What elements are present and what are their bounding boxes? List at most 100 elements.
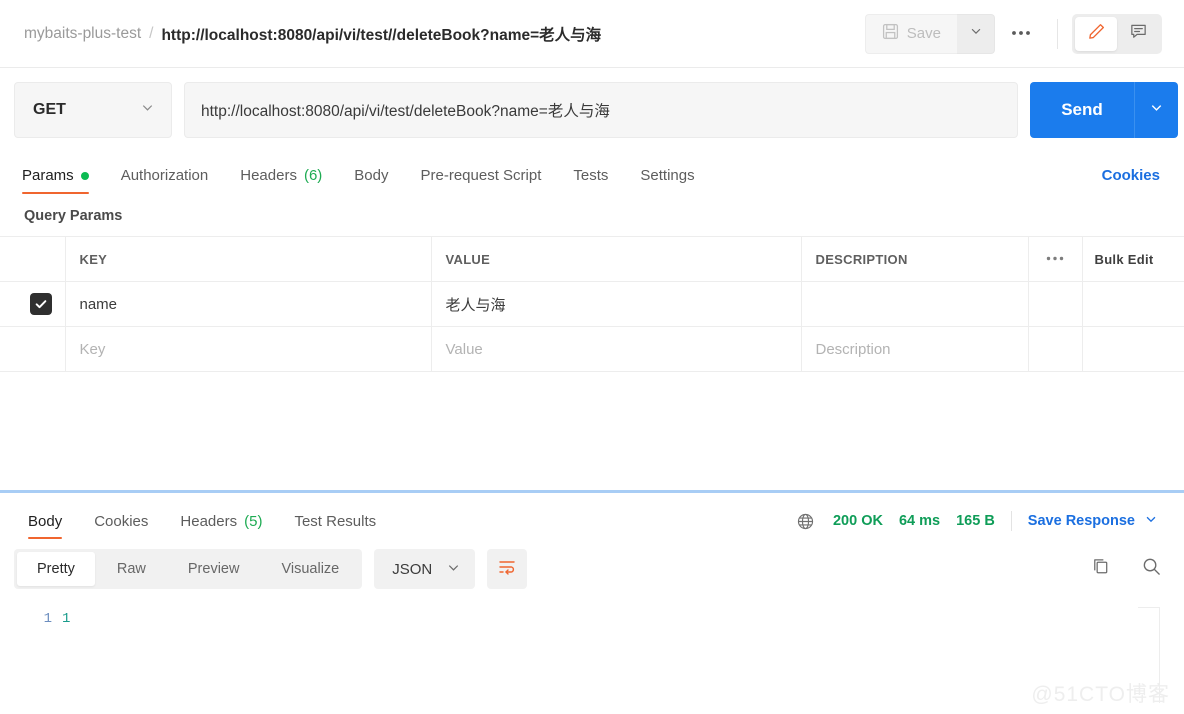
response-tabs: Body Cookies Headers (5) Test Results 20… <box>0 493 1184 539</box>
table-header-key: KEY <box>65 236 432 282</box>
tab-response-headers[interactable]: Headers (5) <box>164 513 278 539</box>
row-key-value[interactable]: name <box>65 281 432 327</box>
view-mode-preview[interactable]: Preview <box>168 552 260 586</box>
response-body-text: 1 <box>62 611 71 627</box>
query-params-label: Query Params <box>24 208 123 224</box>
header-actions: Save <box>864 13 1162 54</box>
save-button-label: Save <box>906 25 941 42</box>
floppy-disk-icon <box>882 23 899 44</box>
save-response-label: Save Response <box>1027 513 1135 529</box>
word-wrap-button[interactable] <box>487 549 528 589</box>
chevron-down-icon <box>1144 512 1158 530</box>
copy-icon <box>1090 559 1111 581</box>
header-divider <box>1057 18 1058 49</box>
table-row[interactable]: name 老人与海 <box>0 281 1184 327</box>
tab-tests-label: Tests <box>573 167 609 184</box>
tab-response-body[interactable]: Body <box>28 513 78 539</box>
tab-headers[interactable]: Headers (6) <box>224 167 338 194</box>
send-button[interactable]: Send <box>1030 82 1134 138</box>
tab-tests[interactable]: Tests <box>557 167 624 194</box>
response-format-label: JSON <box>392 560 433 578</box>
tab-settings-label: Settings <box>640 167 695 184</box>
copy-button[interactable] <box>1090 556 1111 582</box>
edit-request-button[interactable] <box>1075 16 1117 51</box>
url-bar-row: GET http://localhost:8080/api/vi/test/de… <box>0 68 1184 152</box>
table-row[interactable]: Key Value Description <box>0 326 1184 372</box>
row-description-value[interactable] <box>801 281 1029 327</box>
tab-authorization[interactable]: Authorization <box>105 167 225 194</box>
http-method-select[interactable]: GET <box>14 82 172 138</box>
search-button[interactable] <box>1141 556 1162 582</box>
tab-authorization-label: Authorization <box>120 167 209 184</box>
bulk-edit-label: Bulk Edit <box>1094 251 1154 267</box>
tab-settings[interactable]: Settings <box>624 167 710 194</box>
breadcrumb-separator: / <box>149 24 154 42</box>
table-options-button[interactable] <box>1028 236 1083 282</box>
query-params-table: KEY VALUE DESCRIPTION Bulk Edit name 老人与… <box>0 236 1184 372</box>
response-status: 200 OK <box>832 513 883 529</box>
response-view-mode-group: Pretty Raw Preview Visualize <box>14 549 363 589</box>
tab-test-results[interactable]: Test Results <box>278 513 392 539</box>
more-actions-button[interactable] <box>999 14 1043 54</box>
url-input[interactable]: http://localhost:8080/api/vi/test/delete… <box>184 82 1018 138</box>
new-row-checkbox-cell[interactable] <box>0 326 66 372</box>
chevron-down-icon <box>1149 100 1164 120</box>
tab-response-cookies-label: Cookies <box>94 513 149 530</box>
globe-icon <box>796 512 815 531</box>
word-wrap-icon <box>497 557 517 582</box>
url-input-value: http://localhost:8080/api/vi/test/delete… <box>201 103 610 120</box>
send-button-group: Send <box>1030 82 1178 138</box>
new-row-key-input[interactable]: Key <box>65 326 432 372</box>
response-meta: 200 OK 64 ms 165 B Save Response <box>796 511 1162 539</box>
save-options-button[interactable] <box>957 13 995 54</box>
tab-response-cookies[interactable]: Cookies <box>78 513 164 539</box>
response-format-select[interactable]: JSON <box>374 549 476 589</box>
tab-response-headers-count: (5) <box>244 513 263 530</box>
response-body-toolbar: Pretty Raw Preview Visualize JSON <box>0 539 1184 599</box>
request-header: mybaits-plus-test / http://localhost:808… <box>0 0 1184 68</box>
bulk-edit-button[interactable]: Bulk Edit <box>1082 236 1184 282</box>
checkbox-checked-icon[interactable] <box>30 293 52 315</box>
breadcrumb-collection[interactable]: mybaits-plus-test <box>24 25 141 43</box>
row-end-cell <box>1082 281 1184 327</box>
chevron-down-icon <box>969 24 983 43</box>
pencil-icon <box>1087 22 1106 46</box>
postman-window: mybaits-plus-test / http://localhost:808… <box>0 0 1184 714</box>
tab-response-body-label: Body <box>28 513 63 530</box>
send-options-button[interactable] <box>1134 82 1178 138</box>
view-mode-pretty[interactable]: Pretty <box>17 552 95 586</box>
response-body-actions <box>1090 556 1162 582</box>
view-mode-raw[interactable]: Raw <box>97 552 166 586</box>
row-value-value[interactable]: 老人与海 <box>431 281 802 327</box>
response-body-content[interactable]: 1 1 @51CTO博客 <box>0 599 1184 714</box>
line-number: 1 <box>43 611 52 627</box>
row-checkbox-cell[interactable] <box>0 281 66 327</box>
new-row-description-input[interactable]: Description <box>801 326 1029 372</box>
tab-test-results-label: Test Results <box>294 513 377 530</box>
row-options-cell <box>1028 281 1083 327</box>
new-row-value-input[interactable]: Value <box>431 326 802 372</box>
tab-params[interactable]: Params <box>22 167 105 194</box>
header-icon-group <box>1072 13 1162 54</box>
table-header-checkbox <box>0 236 66 282</box>
chevron-down-icon <box>446 560 461 579</box>
tab-headers-label: Headers <box>240 167 297 184</box>
cookies-link[interactable]: Cookies <box>1102 167 1162 194</box>
search-icon <box>1141 558 1162 581</box>
breadcrumb-request-title[interactable]: http://localhost:8080/api/vi/test//delet… <box>161 23 601 45</box>
save-response-button[interactable]: Save Response <box>1028 512 1162 530</box>
tab-params-label: Params <box>22 167 74 184</box>
comment-button[interactable] <box>1117 17 1159 51</box>
table-header-description: DESCRIPTION <box>801 236 1029 282</box>
new-row-options-cell <box>1028 326 1083 372</box>
save-button[interactable]: Save <box>864 13 957 54</box>
http-method-label: GET <box>33 101 66 118</box>
meta-divider <box>1010 511 1012 531</box>
tab-body[interactable]: Body <box>338 167 404 194</box>
watermark: @51CTO博客 <box>1031 683 1170 706</box>
tab-body-label: Body <box>354 167 389 184</box>
tab-pre-request-script-label: Pre-request Script <box>420 167 542 184</box>
request-tabs: Params Authorization Headers (6) Body Pr… <box>0 152 1184 194</box>
view-mode-visualize[interactable]: Visualize <box>261 552 359 586</box>
tab-pre-request-script[interactable]: Pre-request Script <box>405 167 558 194</box>
